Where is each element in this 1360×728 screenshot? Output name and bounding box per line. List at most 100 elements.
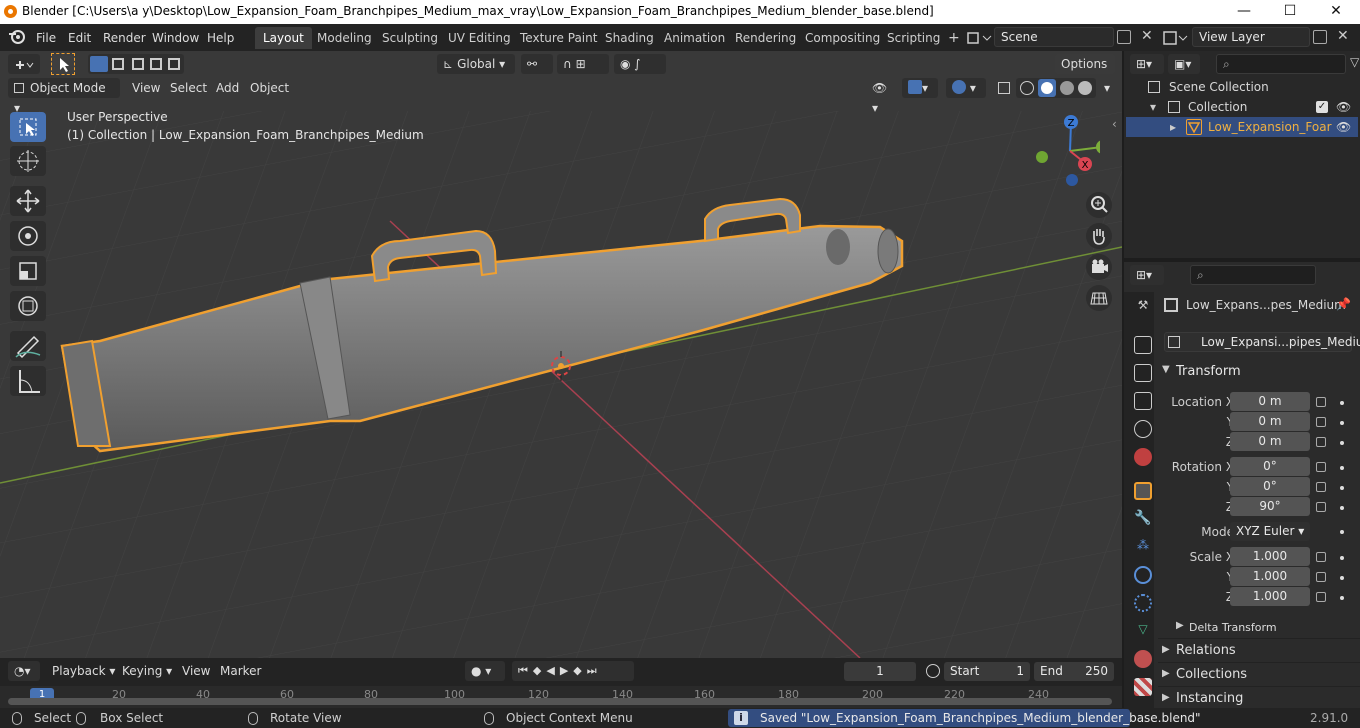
modifier-tab-icon[interactable]: 🔧 — [1134, 510, 1152, 528]
expand-object-icon[interactable]: ▸ — [1170, 117, 1176, 137]
ortho-toggle-icon[interactable] — [1086, 285, 1112, 311]
annotate-tool-button[interactable] — [10, 331, 46, 361]
transform-tool-button[interactable] — [10, 291, 46, 321]
pan-view-icon[interactable] — [1086, 223, 1112, 249]
keyframe-scale-x-icon[interactable] — [1340, 556, 1344, 560]
collection-checkbox[interactable]: ✓ — [1316, 101, 1328, 113]
outliner-row-scene-collection[interactable]: Scene Collection — [1124, 77, 1360, 97]
expand-collection-icon[interactable]: ▾ — [1150, 97, 1156, 117]
delta-transform-subpanel[interactable]: Delta Transform — [1189, 621, 1277, 634]
sidebar-toggle-icon[interactable]: ‹ — [1112, 117, 1117, 131]
menu-edit[interactable]: Edit — [64, 28, 95, 48]
minimize-button[interactable]: — — [1221, 0, 1267, 24]
start-frame-field[interactable]: Start 1 — [944, 662, 1030, 681]
tab-layout[interactable]: Layout — [255, 27, 312, 49]
properties-search-input[interactable]: ⌕ — [1190, 265, 1316, 285]
overlays-toggle-icon[interactable]: ▾ — [946, 78, 986, 98]
tab-scripting[interactable]: Scripting — [879, 27, 948, 49]
menu-add[interactable]: Add — [210, 78, 245, 98]
select-mode-icon[interactable] — [51, 53, 75, 75]
data-tab-icon[interactable]: ▽ — [1134, 622, 1152, 640]
tab-rendering[interactable]: Rendering — [727, 27, 804, 49]
menu-object[interactable]: Object — [244, 78, 295, 98]
rotate-tool-button[interactable] — [10, 221, 46, 251]
keyframe-scale-z-icon[interactable] — [1340, 596, 1344, 600]
visibility-eye-icon[interactable]: 👁▾ — [866, 78, 898, 115]
lock-rotation-x-icon[interactable] — [1316, 462, 1326, 472]
rotation-z-field[interactable]: 90° — [1230, 497, 1310, 516]
timeline-view-menu[interactable]: View — [176, 661, 216, 681]
scale-tool-button[interactable] — [10, 256, 46, 286]
tab-uv-editing[interactable]: UV Editing — [440, 27, 519, 49]
keyframe-location-y-icon[interactable] — [1340, 421, 1344, 425]
maximize-button[interactable]: ☐ — [1267, 0, 1313, 24]
outliner[interactable]: ⊞▾ ▣▾ ⌕ ▽ Scene Collection ▾ Collection … — [1124, 51, 1360, 258]
camera-view-icon[interactable] — [1086, 254, 1112, 280]
marker-menu[interactable]: Marker — [214, 661, 267, 681]
delete-scene-icon[interactable]: ✕ — [1141, 28, 1153, 44]
instancing-collapse-icon[interactable]: ▶ — [1162, 692, 1170, 703]
preview-range-clock-icon[interactable] — [926, 664, 940, 678]
render-tab-icon[interactable] — [1134, 336, 1152, 354]
texture-tab-icon[interactable] — [1134, 678, 1152, 696]
cursor-tool-button[interactable] — [10, 146, 46, 176]
tab-texture-paint[interactable]: Texture Paint — [512, 27, 605, 49]
rendered-shading-icon[interactable] — [1078, 81, 1092, 95]
collection-visibility-icon[interactable]: 👁 — [1336, 97, 1351, 117]
object-mode-dropdown[interactable]: Object Mode ▾ — [8, 78, 120, 115]
scale-y-field[interactable]: 1.000 — [1230, 567, 1310, 586]
keyframe-location-z-icon[interactable] — [1340, 441, 1344, 445]
particles-tab-icon[interactable]: ⁂ — [1134, 538, 1152, 556]
playback-controls[interactable]: ⏮◆◀▶◆⏭ — [512, 661, 634, 681]
tab-modeling[interactable]: Modeling — [309, 27, 380, 49]
menu-file[interactable]: File — [32, 28, 60, 48]
wireframe-shading-icon[interactable] — [1020, 81, 1034, 95]
world-tab-icon[interactable] — [1134, 448, 1152, 466]
close-button[interactable]: ✕ — [1313, 0, 1359, 24]
current-frame-field[interactable]: 1 — [844, 662, 916, 681]
lock-scale-y-icon[interactable] — [1316, 572, 1326, 582]
relations-collapse-icon[interactable]: ▶ — [1162, 644, 1170, 655]
proportional-editing-icon[interactable]: ◉ ∫ — [614, 54, 666, 74]
location-y-field[interactable]: 0 m — [1230, 412, 1310, 431]
selection-mode-group[interactable] — [88, 54, 184, 74]
editor-type-icon[interactable] — [8, 54, 40, 74]
object-tab-icon[interactable] — [1134, 482, 1152, 500]
delta-collapse-icon[interactable]: ▶ — [1176, 620, 1184, 631]
properties-editor-type-icon[interactable]: ⊞▾ — [1130, 265, 1164, 285]
tab-sculpting[interactable]: Sculpting — [374, 27, 446, 49]
3d-viewport[interactable]: ⊾Global ▾ ⚯ ∩ ⊞ ◉ ∫ Options ▾ Object Mod… — [0, 51, 1122, 658]
menu-help[interactable]: Help — [203, 28, 238, 48]
auto-keying-icon[interactable]: ● ▾ — [465, 661, 505, 681]
lock-location-y-icon[interactable] — [1316, 417, 1326, 427]
keyframe-location-x-icon[interactable] — [1340, 401, 1344, 405]
outliner-search-input[interactable]: ⌕ — [1216, 54, 1346, 74]
menu-render[interactable]: Render — [99, 28, 150, 48]
rotation-x-field[interactable]: 0° — [1230, 457, 1310, 476]
timeline-editor[interactable]: ◔▾ Playback ▾ Keying ▾ View Marker ● ▾ ⏮… — [0, 658, 1122, 708]
shading-options-icon[interactable]: ▾ — [1098, 78, 1114, 98]
scene-tab-icon[interactable] — [1134, 420, 1152, 438]
keyframe-rotation-z-icon[interactable] — [1340, 506, 1344, 510]
keyframe-rotation-x-icon[interactable] — [1340, 466, 1344, 470]
properties-editor[interactable]: ⊞▾ ⌕ ⚒ 🔧 ⁂ ▽ Low_Expans...pes_Medium 📌 L… — [1124, 262, 1360, 708]
rotation-mode-dropdown[interactable]: XYZ Euler ▾ — [1230, 522, 1310, 541]
view-layer-field[interactable]: View Layer — [1192, 27, 1310, 47]
end-frame-field[interactable]: End 250 — [1034, 662, 1114, 681]
output-tab-icon[interactable] — [1134, 364, 1152, 382]
filter-icon[interactable]: ▽ — [1350, 55, 1359, 69]
new-view-layer-icon[interactable] — [1313, 30, 1327, 44]
options-dropdown[interactable]: Options ▾ — [1055, 54, 1115, 91]
shading-mode-group[interactable] — [1016, 78, 1096, 98]
keying-menu[interactable]: Keying ▾ — [116, 661, 178, 681]
add-workspace-icon[interactable]: + — [940, 27, 968, 49]
outliner-editor-type-icon[interactable]: ⊞▾ — [1130, 54, 1164, 74]
menu-select[interactable]: Select — [164, 78, 213, 98]
select-new-icon[interactable] — [90, 56, 108, 72]
scene-name-field[interactable]: Scene — [994, 27, 1114, 47]
view-layer-tab-icon[interactable] — [1134, 392, 1152, 410]
playback-menu[interactable]: Playback ▾ — [46, 661, 121, 681]
solid-shading-icon[interactable] — [1038, 79, 1056, 97]
xray-toggle-icon[interactable] — [992, 78, 1014, 98]
blender-menu-icon[interactable] — [8, 29, 26, 45]
